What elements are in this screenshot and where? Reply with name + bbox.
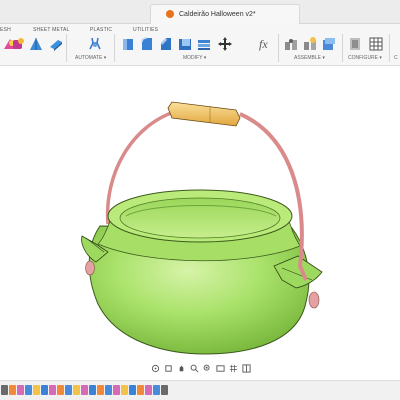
display-settings-icon[interactable] [216, 363, 226, 373]
pan-icon[interactable] [176, 363, 186, 373]
tab-mesh[interactable]: ESH [0, 27, 11, 33]
separator [278, 34, 279, 62]
group-modify[interactable]: MODIFY ▾ [183, 55, 206, 61]
document-icon [166, 10, 174, 18]
automate-icon[interactable] [87, 36, 103, 52]
timeline-feature[interactable] [73, 385, 80, 395]
press-pull-icon[interactable] [120, 36, 136, 52]
timeline-feature[interactable] [105, 385, 112, 395]
timeline-feature[interactable] [9, 385, 16, 395]
group-assemble[interactable]: ASSEMBLE ▾ [294, 55, 325, 61]
right-handle-knob [308, 291, 320, 309]
mesh-pink-icon[interactable] [10, 36, 26, 52]
timeline-feature[interactable] [129, 385, 136, 395]
timeline-feature[interactable] [49, 385, 56, 395]
separator [66, 34, 67, 62]
component-icon[interactable] [321, 36, 337, 52]
table-icon[interactable] [368, 36, 384, 52]
as-built-joint-icon[interactable] [302, 36, 318, 52]
timeline-feature[interactable] [89, 385, 96, 395]
timeline-feature[interactable] [17, 385, 24, 395]
timeline-feature[interactable] [113, 385, 120, 395]
fx-parameters-icon[interactable]: fx [258, 36, 274, 52]
sheet-metal-icon[interactable] [28, 36, 44, 52]
ribbon-toolbar: ESH SHEET METAL PLASTIC UTILITIES AUTOMA… [0, 24, 400, 66]
cauldron-model[interactable] [0, 66, 400, 362]
timeline-feature[interactable] [153, 385, 160, 395]
separator [114, 34, 115, 62]
configure-icon[interactable] [347, 36, 363, 52]
tab-plastic[interactable]: PLASTIC [90, 27, 112, 33]
tab-sheet-metal[interactable]: SHEET METAL [33, 27, 69, 33]
group-automate[interactable]: AUTOMATE ▾ [75, 55, 106, 61]
timeline [0, 380, 400, 400]
timeline-start-button[interactable] [1, 385, 8, 395]
title-bar: Caldeirão Halloween v2* [0, 0, 400, 24]
scale-icon[interactable] [196, 36, 212, 52]
canvas-viewport[interactable] [0, 66, 400, 362]
svg-text:fx: fx [259, 37, 268, 51]
tab-utilities[interactable]: UTILITIES [133, 27, 158, 33]
zoom-icon[interactable] [189, 363, 199, 373]
timeline-marker[interactable] [161, 385, 168, 395]
timeline-feature[interactable] [81, 385, 88, 395]
viewports-icon[interactable] [242, 363, 252, 373]
fit-icon[interactable] [203, 363, 213, 373]
timeline-feature[interactable] [41, 385, 48, 395]
handle-grip [167, 101, 241, 127]
timeline-feature[interactable] [97, 385, 104, 395]
timeline-feature[interactable] [25, 385, 32, 395]
sheet-metal-flange-icon[interactable] [48, 36, 64, 52]
look-at-icon[interactable] [163, 363, 173, 373]
group-truncated[interactable]: C [394, 55, 398, 61]
fillet-icon[interactable] [139, 36, 155, 52]
navigation-bar [146, 362, 256, 374]
timeline-feature[interactable] [57, 385, 64, 395]
separator [389, 34, 390, 62]
chamfer-icon[interactable] [158, 36, 174, 52]
timeline-feature[interactable] [33, 385, 40, 395]
document-tab[interactable]: Caldeirão Halloween v2* [150, 4, 300, 24]
fusion-app: Caldeirão Halloween v2* ESH SHEET METAL … [0, 0, 400, 400]
separator [342, 34, 343, 62]
group-configure[interactable]: CONFIGURE ▾ [348, 55, 382, 61]
grid-icon[interactable] [229, 363, 239, 373]
pot-opening [119, 197, 281, 239]
orbit-icon[interactable] [150, 363, 160, 373]
timeline-feature[interactable] [137, 385, 144, 395]
left-handle-knob [85, 260, 95, 276]
move-icon[interactable] [217, 36, 233, 52]
document-title: Caldeirão Halloween v2* [179, 11, 256, 18]
timeline-feature[interactable] [145, 385, 152, 395]
timeline-feature[interactable] [121, 385, 128, 395]
joint-icon[interactable] [283, 36, 299, 52]
shell-icon[interactable] [177, 36, 193, 52]
timeline-feature[interactable] [65, 385, 72, 395]
